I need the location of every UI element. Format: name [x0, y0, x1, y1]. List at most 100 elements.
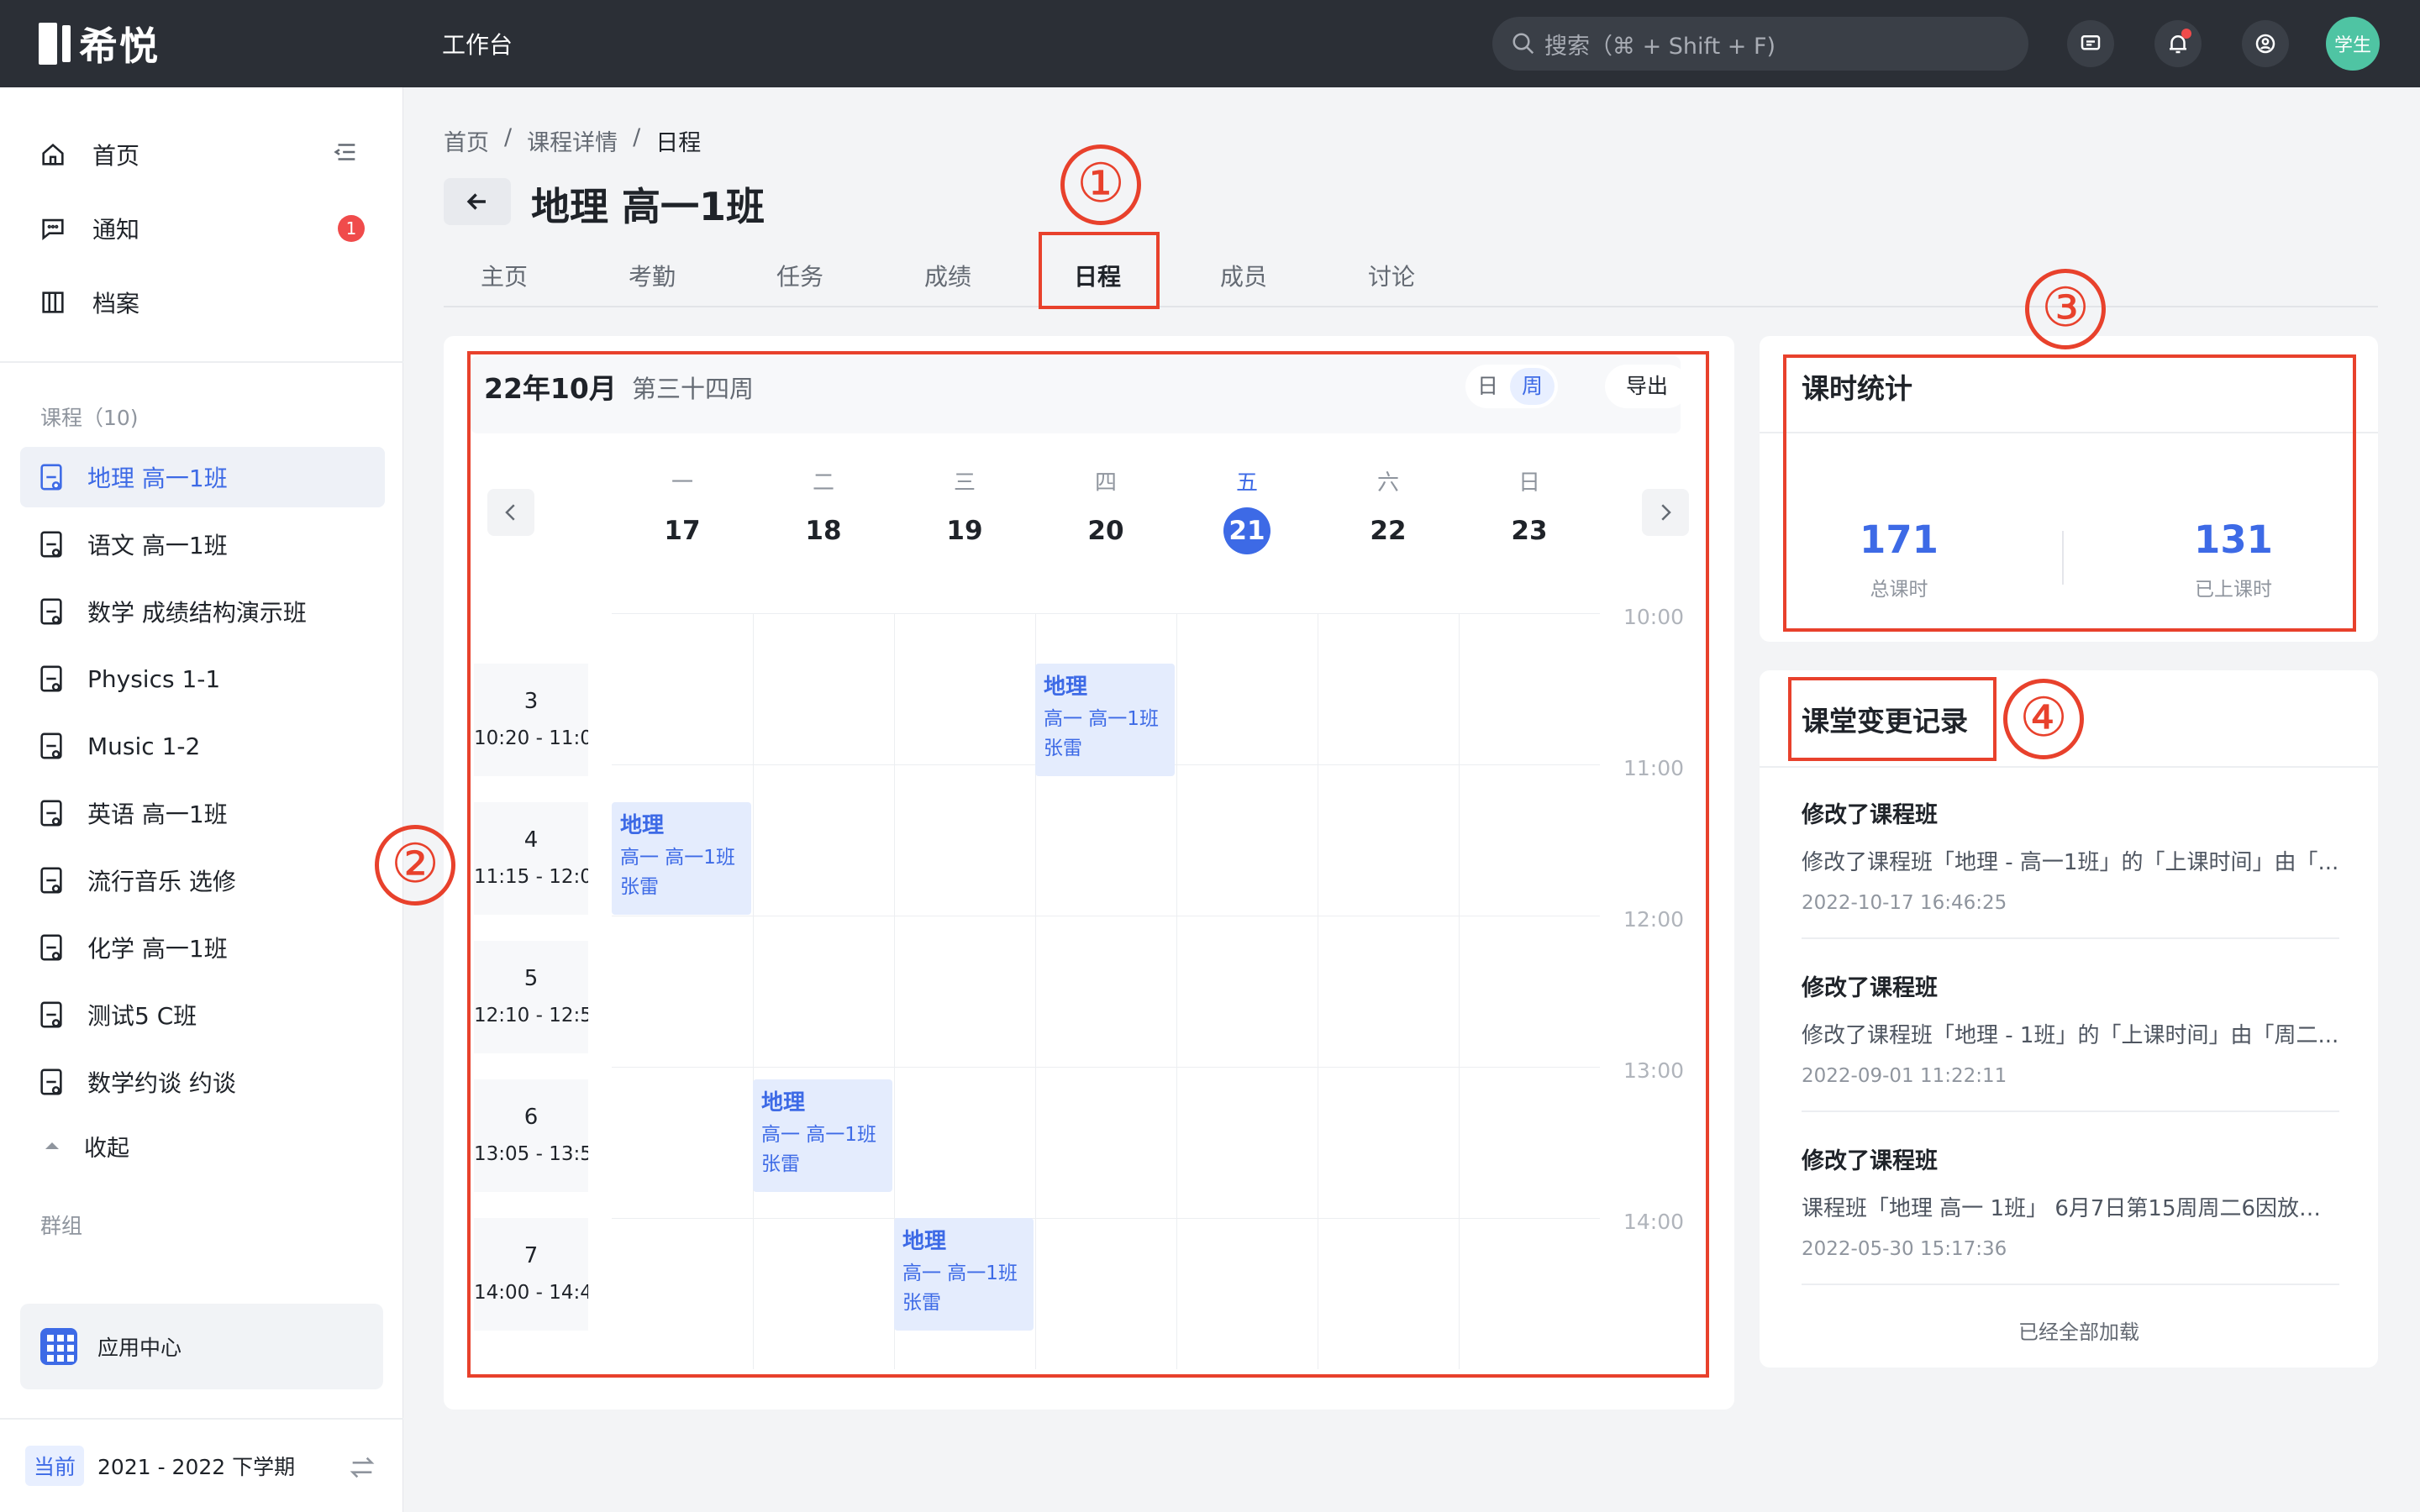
calendar-event[interactable]: 地理 高一 高一1班 张雷 [894, 1218, 1034, 1331]
user-circle-icon [2255, 34, 2275, 54]
annotation-marker-4: ④ [2003, 679, 2084, 759]
hour-label: 11:00 [1623, 756, 1685, 780]
sidebar: 首页 通知 1 档案 课程（10) 收起 群组 应用中心 当前 2021 - 2… [0, 87, 403, 1512]
tab-tasks[interactable]: 任务 [776, 259, 823, 292]
annotation-box-4 [1788, 677, 1996, 761]
calendar-event[interactable]: 地理 高一 高一1班 张雷 [753, 1079, 892, 1192]
sidebar-course-item[interactable]: 数学 成绩结构演示班 [20, 581, 385, 642]
tab-home[interactable]: 主页 [481, 259, 528, 292]
tab-discussion[interactable]: 讨论 [1368, 259, 1415, 292]
day-column-header[interactable]: 五 21 [1176, 465, 1318, 554]
avatar[interactable]: 学生 [2326, 17, 2380, 71]
event-title: 地理 [620, 813, 665, 838]
day-column-header[interactable]: 四 20 [1035, 465, 1176, 554]
sidebar-item-notifications[interactable]: 通知 [39, 203, 139, 254]
day-column-header[interactable]: 六 22 [1318, 465, 1459, 554]
change-log-item-title[interactable]: 修改了课程班 [1802, 1142, 1938, 1175]
day-number: 18 [805, 516, 842, 546]
calendar-event[interactable]: 地理 高一 高一1班 张雷 [612, 802, 751, 915]
breadcrumb-course-detail[interactable]: 课程详情 [527, 124, 618, 157]
sidebar-course-item[interactable]: 地理 高一1班 [20, 447, 385, 507]
sidebar-course-item[interactable]: 化学 高一1班 [20, 917, 385, 978]
sidebar-item-archive[interactable]: 档案 [39, 277, 139, 328]
switch-arrows-icon[interactable] [348, 1453, 376, 1482]
search-input[interactable]: 搜索（⌘ + Shift + F) [1492, 17, 2028, 71]
message-icon [42, 218, 64, 240]
annotation-marker-1: ① [1060, 144, 1141, 225]
event-title: 地理 [902, 1229, 947, 1254]
day-column-header[interactable]: 日 23 [1459, 465, 1600, 554]
logo-text: 希悦 [79, 24, 160, 69]
day-number: 23 [1511, 516, 1548, 546]
course-label: 数学约谈 约谈 [87, 1069, 236, 1097]
change-log-item-time: 2022-05-30 15:17:36 [1802, 1238, 2007, 1260]
sidebar-item-label: 首页 [92, 142, 140, 170]
profile-settings-button[interactable] [2242, 20, 2289, 67]
sidebar-item-label: 档案 [92, 290, 140, 318]
tab-grades[interactable]: 成绩 [924, 259, 971, 292]
day-number: 22 [1370, 516, 1407, 546]
collapse-courses-button[interactable]: 收起 [42, 1121, 129, 1171]
event-title: 地理 [761, 1090, 806, 1116]
day-column-header[interactable]: 二 18 [753, 465, 894, 554]
back-button[interactable] [444, 178, 511, 225]
course-book-icon [40, 598, 62, 625]
divider [1802, 937, 2339, 939]
day-column-header[interactable]: 一 17 [612, 465, 753, 554]
event-teacher: 张雷 [1044, 738, 1082, 759]
period-time-range: 10:20 - 11:05 [474, 727, 588, 749]
event-class: 高一 高一1班 [902, 1263, 1018, 1284]
period-number: 3 [523, 689, 539, 714]
logo[interactable]: 希悦 [39, 20, 160, 69]
course-label: 化学 高一1班 [87, 935, 228, 963]
search-placeholder: 搜索（⌘ + Shift + F) [1544, 33, 1776, 60]
period-number: 6 [523, 1105, 539, 1130]
notification-button[interactable] [2154, 20, 2202, 67]
sidebar-course-item[interactable]: 英语 高一1班 [20, 783, 385, 843]
course-book-icon [40, 1001, 62, 1028]
sidebar-course-item[interactable]: 语文 高一1班 [20, 514, 385, 575]
divider [1760, 766, 2378, 768]
sidebar-course-item[interactable]: 测试5 C班 [20, 984, 385, 1045]
tab-attendance[interactable]: 考勤 [629, 259, 676, 292]
collapse-label: 收起 [84, 1135, 129, 1162]
course-label: 语文 高一1班 [87, 532, 228, 559]
weekday-label: 六 [1376, 470, 1399, 496]
calendar-event[interactable]: 地理 高一 高一1班 张雷 [1035, 664, 1175, 776]
course-book-icon [40, 934, 62, 961]
sidebar-course-item[interactable]: Music 1-2 [20, 716, 385, 776]
sidebar-course-item[interactable]: 流行音乐 选修 [20, 850, 385, 911]
course-label: 流行音乐 选修 [87, 868, 236, 895]
courses-section-label: 课程（10) [40, 406, 139, 430]
chat-button[interactable] [2067, 20, 2114, 67]
change-log-item-title[interactable]: 修改了课程班 [1802, 969, 1938, 1002]
period-number: 4 [523, 827, 539, 853]
collapse-sidebar-icon[interactable] [331, 138, 360, 166]
weekday-label: 二 [812, 470, 834, 496]
period-label: 4 11:15 - 12:00 [474, 802, 588, 915]
tab-members[interactable]: 成员 [1220, 259, 1267, 292]
sidebar-item-home[interactable]: 首页 [39, 129, 139, 180]
change-log-item-time: 2022-09-01 11:22:11 [1802, 1065, 2007, 1087]
period-label: 3 10:20 - 11:05 [474, 664, 588, 776]
hour-label: 14:00 [1623, 1210, 1685, 1234]
change-log-item-title[interactable]: 修改了课程班 [1802, 796, 1938, 829]
notification-count-badge: 1 [338, 215, 365, 242]
breadcrumb-current: 日程 [655, 130, 702, 156]
breadcrumb-home[interactable]: 首页 [444, 124, 489, 157]
course-book-icon [40, 732, 62, 759]
day-column-header[interactable]: 三 19 [894, 465, 1035, 554]
day-number: 17 [664, 516, 701, 546]
annotation-marker-2: ② [375, 825, 455, 906]
course-label: Physics 1-1 [87, 664, 221, 693]
term-selector[interactable]: 当前 2021 - 2022 下学期 [0, 1418, 403, 1512]
sidebar-course-item[interactable]: 数学约谈 约谈 [20, 1052, 385, 1112]
arrow-left-icon [466, 193, 486, 210]
app-center-button[interactable]: 应用中心 [20, 1304, 383, 1389]
workspace-title[interactable]: 工作台 [442, 27, 513, 60]
weekday-label: 五 [1235, 470, 1258, 496]
course-book-icon [40, 867, 62, 894]
sidebar-course-item[interactable]: Physics 1-1 [20, 648, 385, 709]
day-number: 21 [1223, 507, 1270, 554]
change-log-item-description: 课程班「地理 高一 1班」 6月7日第15周周二6因放假... [1802, 1196, 2339, 1221]
